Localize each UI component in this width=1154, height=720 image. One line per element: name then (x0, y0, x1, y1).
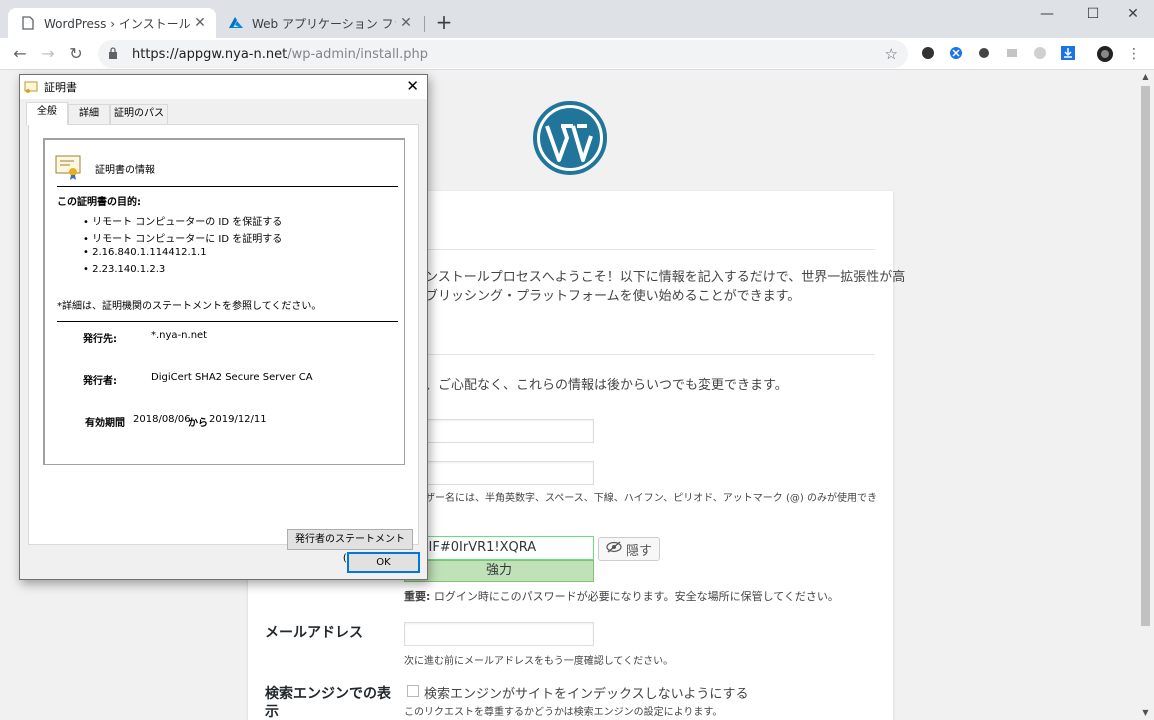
dialog-title: 証明書 (44, 81, 77, 94)
browser-toolbar: ← → ↻ https://appgw.nya-n.net/wp-admin/i… (0, 38, 1154, 70)
tab-title: Web アプリケーション ファイアウォール (252, 16, 396, 31)
azure-icon (228, 15, 244, 31)
search-hint: このリクエストを尊重するかどうかは検索エンジンの設定によります。 (404, 707, 723, 718)
divider (57, 321, 398, 322)
important-label: 重要: (404, 590, 431, 603)
minimize-button[interactable]: — (1024, 0, 1070, 30)
email-input[interactable] (404, 622, 594, 646)
forward-arrow-icon[interactable]: → (36, 42, 60, 66)
tab-title: WordPress › インストール (44, 16, 190, 31)
password-input[interactable]: wBIF#0IrVR1!XQRA (404, 536, 594, 560)
reload-icon[interactable]: ↻ (64, 42, 88, 66)
dialog-titlebar[interactable]: 証明書 ✕ (20, 75, 427, 99)
hide-password-button[interactable]: 隠す (598, 537, 660, 561)
extension-blue-icon[interactable] (948, 46, 964, 62)
url-path: /wp-admin/install.php (287, 46, 429, 62)
purpose-item: • 2.23.140.1.2.3 (83, 264, 166, 275)
issued-by-value: DigiCert SHA2 Secure Server CA (151, 372, 313, 383)
bookmark-star-icon[interactable]: ☆ (885, 45, 898, 63)
close-tab-icon[interactable]: ✕ (190, 15, 210, 31)
profile-avatar[interactable] (1097, 46, 1113, 62)
issued-to-value: *.nya-n.net (151, 330, 208, 341)
page-icon (20, 15, 36, 31)
username-hint: ザー名には、半角英数字、スペース、下線、ハイフン、ピリオド、アットマーク (@)… (425, 493, 877, 504)
tab-certification-path[interactable]: 証明のパス (110, 104, 168, 124)
search-engine-checkbox[interactable] (407, 685, 419, 697)
tab-general[interactable]: 全般 (26, 102, 68, 125)
browser-window: WordPress › インストール ✕ Web アプリケーション ファイアウォ… (0, 0, 1154, 720)
purpose-title: この証明書の目的: (57, 197, 141, 208)
purpose-item: • 2.16.840.1.114412.1.1 (83, 247, 207, 258)
valid-from: 2018/08/06 (133, 414, 191, 425)
address-bar[interactable]: https://appgw.nya-n.net/wp-admin/install… (98, 40, 908, 68)
valid-to: 2019/12/11 (209, 414, 267, 425)
general-panel: 証明書の情報 この証明書の目的: • リモート コンピューターの ID を保証す… (28, 124, 419, 564)
search-checkbox-label[interactable]: 検索エンジンがサイトをインデックスしないようにする (424, 683, 748, 702)
wordpress-logo (533, 101, 607, 175)
info-note: 、ご心配なく、これらの情報は後からいつでも変更できます。 (425, 378, 788, 393)
intro-text-line2: ブリッシング・プラットフォームを使い始めることができます。 (425, 289, 801, 304)
issuer-statement-button[interactable]: 発行者のステートメント(S) (287, 529, 413, 564)
intro-text-line1: ンストールプロセスへようこそ！以下に情報を記入するだけで、世界一拡張性が高 (425, 270, 906, 285)
tab-web-app-firewall[interactable]: Web アプリケーション ファイアウォール ✕ (222, 8, 422, 38)
extension-puzzle-icon[interactable] (920, 46, 936, 62)
valid-from-to: から (188, 418, 208, 429)
scroll-up-icon[interactable]: ▲ (1137, 70, 1154, 84)
ok-button[interactable]: OK (347, 552, 420, 573)
certificate-dialog: 証明書 ✕ 全般 詳細 証明のパス 証明書の情報 この証明書の目的: • リモー… (19, 74, 428, 580)
search-visibility-label-line1: 検索エンジンでの表 (265, 686, 391, 702)
url-text: https://appgw.nya-n.net/wp-admin/install… (132, 47, 428, 62)
download-icon[interactable] (1060, 46, 1076, 62)
divider (400, 354, 875, 355)
search-visibility-label-line2: 示 (265, 704, 279, 720)
page-scrollbar[interactable]: ▲ ▼ (1137, 70, 1154, 720)
issued-to-label: 発行先: (83, 334, 117, 345)
url-host: https://appgw.nya-n.net (132, 46, 288, 62)
scroll-down-icon[interactable]: ▼ (1137, 706, 1154, 720)
username-input[interactable] (404, 461, 594, 485)
tab-separator (424, 16, 425, 32)
tab-wordpress-install[interactable]: WordPress › インストール ✕ (8, 8, 216, 38)
menu-kebab-icon[interactable]: ⋮ (1126, 46, 1142, 62)
back-arrow-icon[interactable]: ← (8, 42, 32, 66)
extension-gear-icon[interactable] (976, 46, 992, 62)
extension-grey-icon[interactable] (1004, 46, 1020, 62)
certificate-icon (24, 81, 38, 93)
certificate-info-heading: 証明書の情報 (95, 165, 155, 176)
important-text: ログイン時にこのパスワードが必要になります。安全な場所に保管してください。 (430, 590, 839, 603)
close-icon[interactable]: ✕ (406, 77, 419, 95)
site-title-input[interactable] (404, 419, 594, 443)
email-hint: 次に進む前にメールアドレスをもう一度確認してください。 (404, 656, 674, 667)
email-label: メールアドレス (265, 625, 363, 641)
new-tab-button[interactable]: + (432, 11, 456, 35)
valid-label: 有効期間 (85, 418, 125, 429)
certificate-badge-icon (55, 155, 81, 180)
purpose-item: • リモート コンピューターに ID を証明する (83, 234, 283, 245)
scrollbar-thumb[interactable] (1141, 86, 1150, 626)
certificate-info-box: 証明書の情報 この証明書の目的: • リモート コンピューターの ID を保証す… (43, 138, 405, 465)
lock-icon[interactable] (108, 46, 122, 62)
issued-by-label: 発行者: (83, 376, 117, 387)
details-note: *詳細は、証明機関のステートメントを参照してください。 (57, 301, 322, 312)
tab-strip: WordPress › インストール ✕ Web アプリケーション ファイアウォ… (0, 0, 1154, 38)
password-strength-meter: 強力 (404, 560, 594, 582)
tab-details[interactable]: 詳細 (68, 104, 110, 124)
password-important-note: 重要: ログイン時にこのパスワードが必要になります。安全な場所に保管してください… (404, 588, 839, 604)
close-window-button[interactable]: ✕ (1110, 0, 1154, 30)
eye-slash-icon (606, 541, 622, 557)
close-tab-icon[interactable]: ✕ (396, 15, 416, 31)
divider (400, 249, 875, 250)
purpose-item: • リモート コンピューターの ID を保証する (83, 217, 283, 228)
hide-button-label: 隠す (625, 543, 652, 559)
divider (57, 186, 398, 187)
extension-chat-icon[interactable] (1032, 46, 1048, 62)
